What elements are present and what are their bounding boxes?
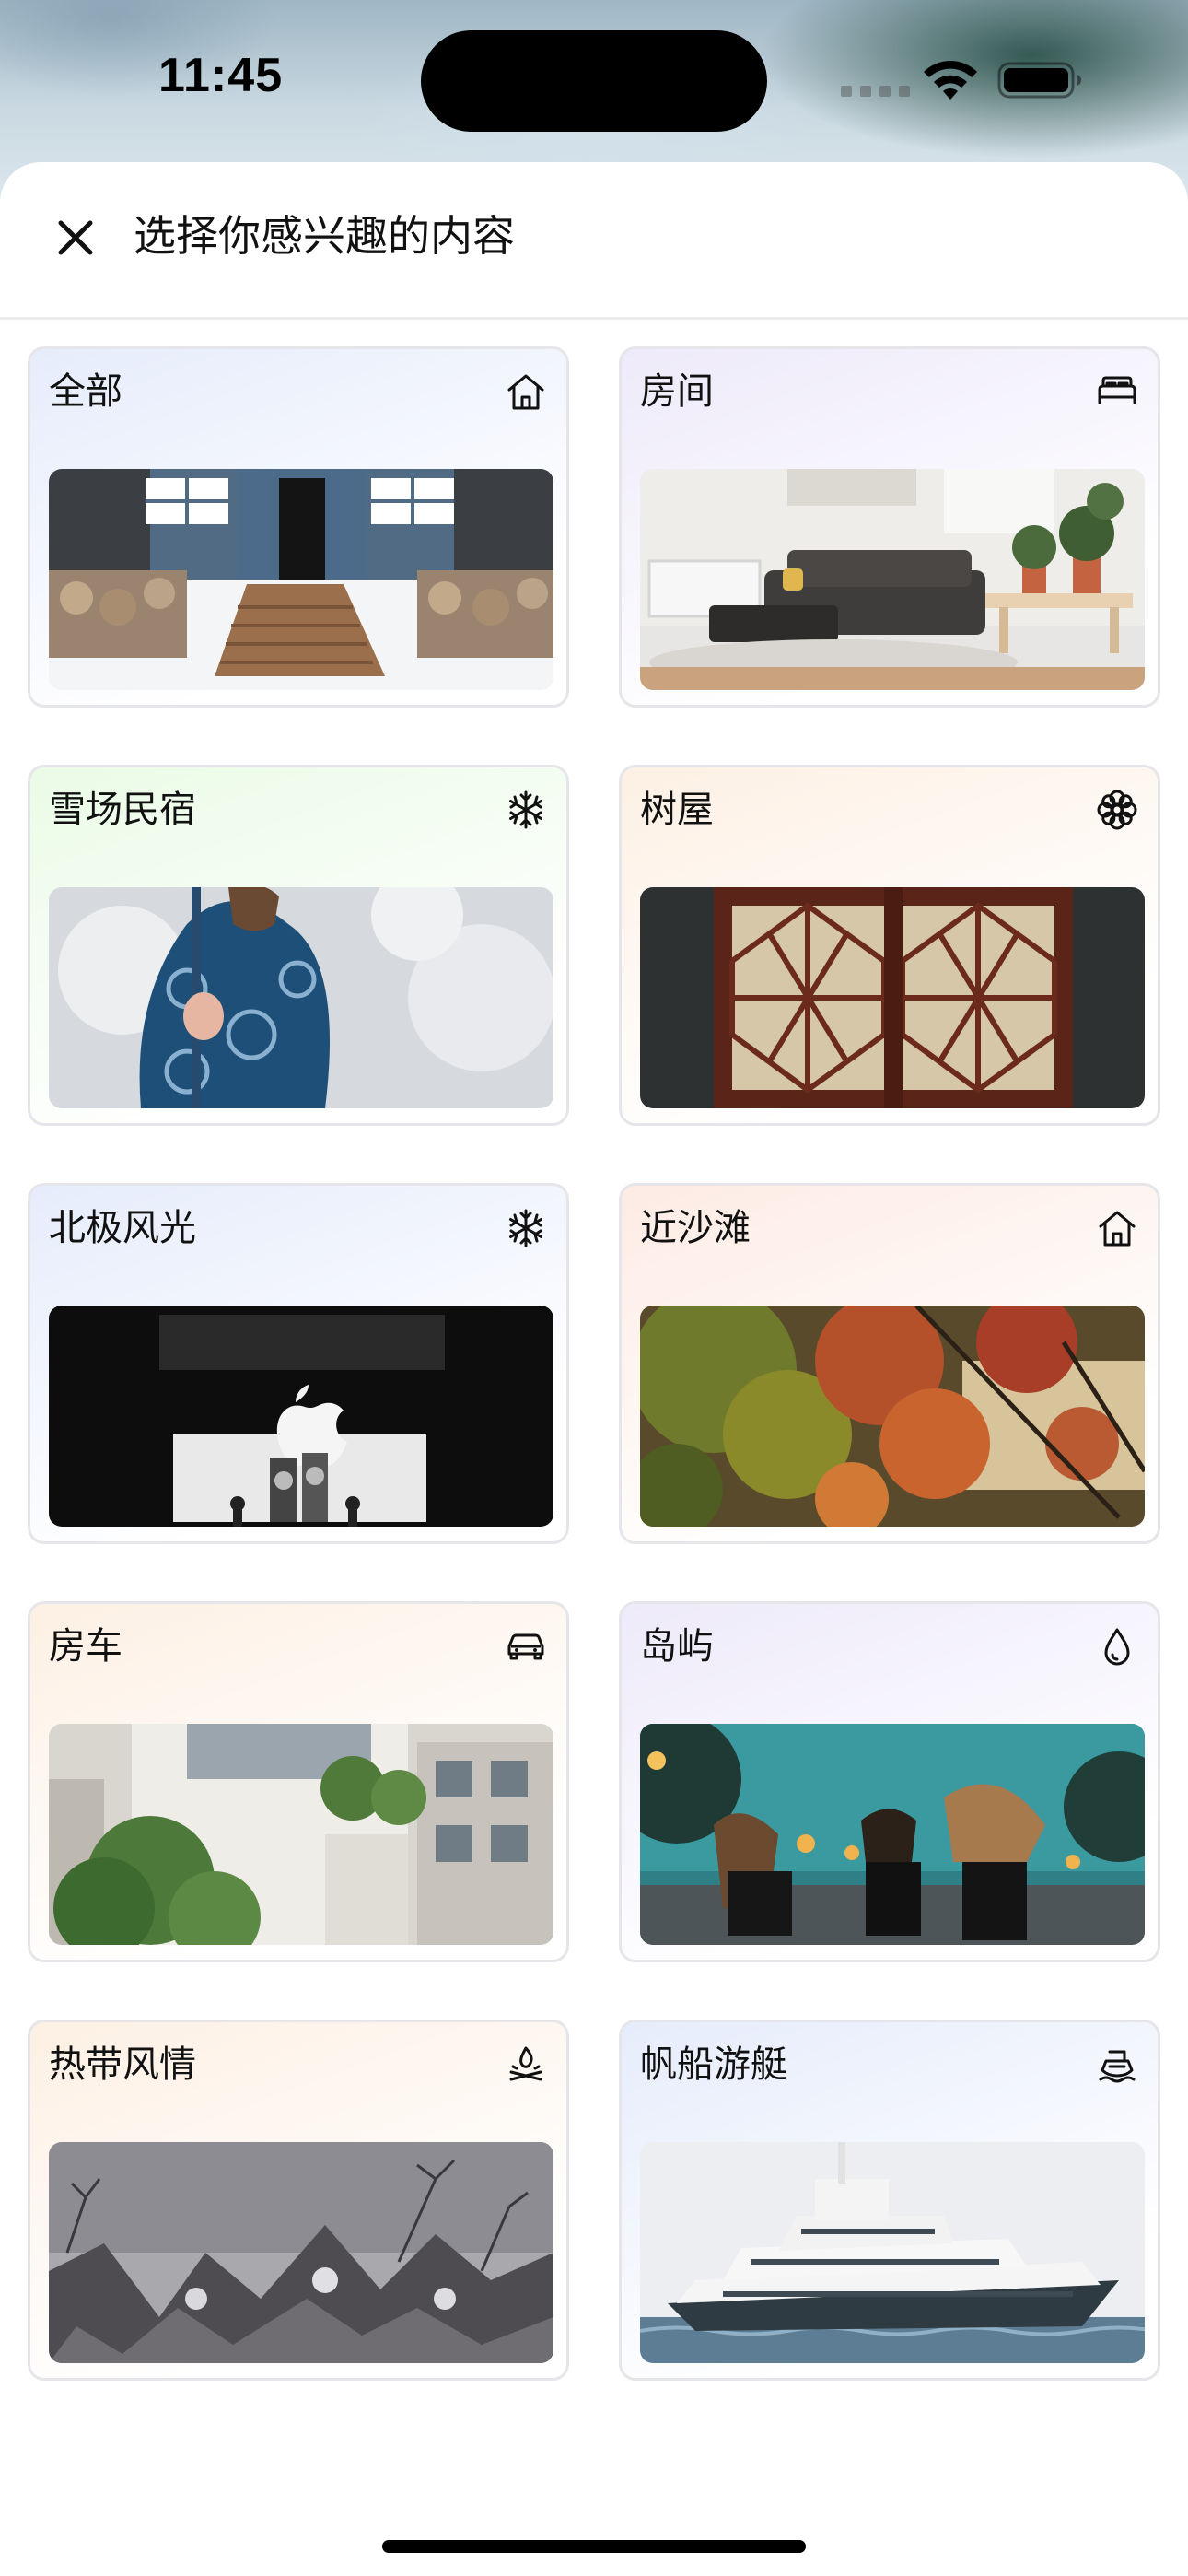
category-image (640, 1306, 1145, 1527)
category-image (640, 887, 1145, 1108)
snowflake-icon (504, 788, 548, 832)
house-icon (1095, 1206, 1139, 1250)
status-bar: 11:45 (0, 0, 1188, 157)
battery-icon (997, 61, 1082, 100)
category-image (49, 469, 553, 690)
category-label: 全部 (49, 370, 122, 413)
category-image (49, 1724, 553, 1945)
category-card-yacht[interactable]: 帆船游艇 (619, 2020, 1160, 2381)
sheet-title: 选择你感兴趣的内容 (134, 211, 515, 261)
campfire-icon (504, 2043, 548, 2087)
category-image (49, 887, 553, 1108)
category-label: 岛屿 (640, 1625, 714, 1668)
close-icon (58, 220, 93, 255)
car-icon (504, 1624, 548, 1669)
house-icon (504, 369, 548, 414)
category-label: 帆船游艇 (640, 2043, 787, 2086)
category-label: 房间 (640, 370, 714, 413)
home-indicator[interactable] (382, 2540, 806, 2553)
interest-sheet: 选择你感兴趣的内容 全部 房间 雪场民宿 树屋 北极风光 近沙滩 房车 岛屿 热… (0, 162, 1188, 2576)
flower-icon (1095, 788, 1139, 832)
status-time: 11:45 (158, 49, 284, 102)
category-card-all[interactable]: 全部 (28, 346, 569, 708)
drop-icon (1095, 1624, 1139, 1669)
wifi-icon (921, 59, 980, 101)
dynamic-island (421, 30, 767, 132)
category-label: 近沙滩 (640, 1207, 751, 1249)
category-label: 北极风光 (49, 1207, 196, 1249)
category-label: 房车 (49, 1625, 122, 1668)
category-label: 树屋 (640, 789, 714, 831)
close-button[interactable] (50, 212, 101, 263)
category-card-ski-homestay[interactable]: 雪场民宿 (28, 765, 569, 1126)
category-image (49, 2142, 553, 2363)
category-image (49, 1306, 553, 1527)
bed-icon (1095, 369, 1139, 414)
category-image (640, 2142, 1145, 2363)
category-card-near-beach[interactable]: 近沙滩 (619, 1183, 1160, 1544)
category-label: 雪场民宿 (49, 789, 196, 831)
category-label: 热带风情 (49, 2043, 196, 2086)
category-card-treehouse[interactable]: 树屋 (619, 765, 1160, 1126)
category-grid: 全部 房间 雪场民宿 树屋 北极风光 近沙滩 房车 岛屿 热带风情 帆船游艇 (28, 346, 1160, 2381)
category-image (640, 1724, 1145, 1945)
category-card-rv[interactable]: 房车 (28, 1601, 569, 1962)
category-image (640, 469, 1145, 690)
boat-icon (1095, 2043, 1139, 2087)
cellular-signal-icon (841, 86, 910, 97)
sheet-header: 选择你感兴趣的内容 (0, 162, 1188, 320)
snowflake-icon (504, 1206, 548, 1250)
category-card-rooms[interactable]: 房间 (619, 346, 1160, 708)
category-card-arctic[interactable]: 北极风光 (28, 1183, 569, 1544)
category-card-tropical[interactable]: 热带风情 (28, 2020, 569, 2381)
category-card-island[interactable]: 岛屿 (619, 1601, 1160, 1962)
